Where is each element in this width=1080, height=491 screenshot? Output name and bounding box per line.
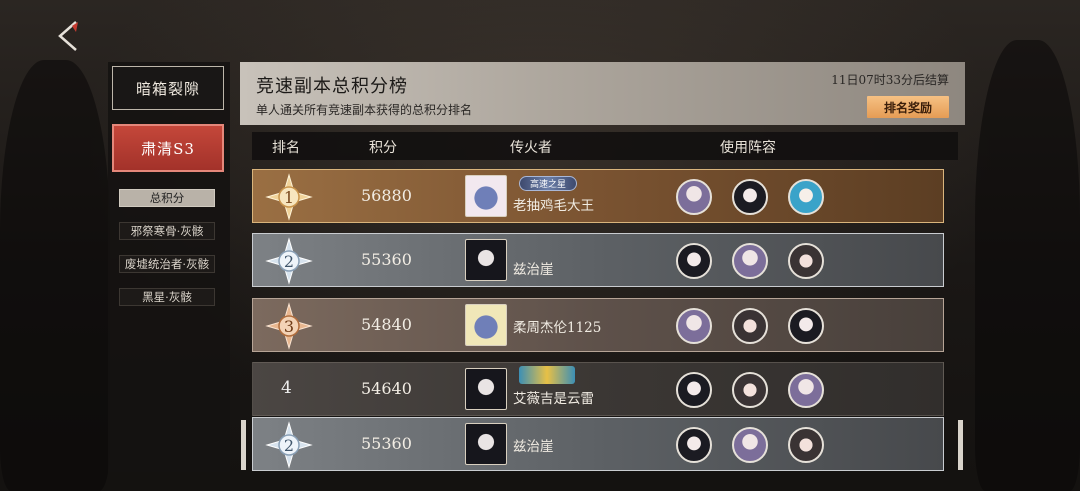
col-score: 积分 [369,140,397,156]
player-title-badge: 高速之星 [519,176,577,191]
tab-dark-rift[interactable]: 暗箱裂隙 [112,66,224,110]
rank-silver-badge-icon: 2 [265,421,313,469]
team-member-avatar [732,179,768,215]
back-button[interactable] [50,16,90,56]
sidebar-item-dungeon-1[interactable]: 邪祭寒骨·灰骸 [119,222,215,240]
score-value: 55360 [361,434,412,453]
leaderboard-header: 竞速副本总积分榜 单人通关所有竞速副本获得的总积分排名 11日07时33分后结算… [240,62,965,125]
team-member-avatar [676,427,712,463]
team-member-avatar [732,372,768,408]
svg-text:2: 2 [284,252,294,271]
player-avatar [465,239,507,281]
table-row[interactable]: 3 54840 柔周杰伦1125 [252,298,944,352]
rank-bronze-badge-icon: 3 [265,302,313,350]
svg-text:3: 3 [284,317,294,336]
background-tree [0,60,110,491]
team-member-avatar [788,179,824,215]
sidebar-item-dungeon-3[interactable]: 黑星·灰骸 [119,288,215,306]
col-rank: 排名 [272,140,300,156]
tab-purge-s3[interactable]: 肃清S3 [112,124,224,172]
page-title: 竞速副本总积分榜 [256,76,408,97]
rank-reward-button[interactable]: 排名奖励 [867,96,949,118]
player-name: 兹治崖 [513,439,554,455]
rank-number: 4 [281,378,292,398]
sidebar-item-total-score[interactable]: 总积分 [119,189,215,207]
player-title-badge [519,366,575,384]
svg-text:2: 2 [284,436,294,455]
player-avatar [465,175,507,217]
score-value: 55360 [361,250,412,269]
table-row[interactable]: 2 55360 兹治崖 [252,233,944,287]
team-member-avatar [788,372,824,408]
sidebar: 暗箱裂隙 肃清S3 总积分 邪祭寒骨·灰骸 废墟统治者·灰骸 黑星·灰骸 [108,62,230,472]
table-row[interactable]: 1 56880 高速之星 老抽鸡毛大王 [252,169,944,223]
player-name: 艾薇吉是云雷 [513,391,594,407]
team-member-avatar [788,427,824,463]
player-avatar [465,368,507,410]
table-header: 排名 积分 传火者 使用阵容 [252,132,958,160]
svg-text:1: 1 [284,188,294,207]
rank-gold-badge-icon: 1 [265,173,313,221]
team-member-avatar [676,308,712,344]
table-row[interactable]: 4 54640 艾薇吉是云雷 [252,362,944,416]
team-member-avatar [676,179,712,215]
team-member-avatar [732,243,768,279]
col-player: 传火者 [510,140,552,156]
self-row-marker-left [241,420,246,470]
page-subtitle: 单人通关所有竞速副本获得的总积分排名 [256,103,473,117]
player-avatar [465,304,507,346]
back-arrow-icon [58,21,78,51]
self-row-marker-right [958,420,963,470]
player-name: 柔周杰伦1125 [513,320,602,336]
team-member-avatar [788,308,824,344]
team-member-avatar [788,243,824,279]
rank-silver-badge-icon: 2 [265,237,313,285]
col-team: 使用阵容 [720,140,776,156]
team-member-avatar [676,372,712,408]
score-value: 54640 [361,379,412,398]
team-member-avatar [732,308,768,344]
player-name: 老抽鸡毛大王 [513,198,594,214]
background-tree [975,40,1080,491]
player-avatar [465,423,507,465]
settle-countdown: 11日07时33分后结算 [831,73,949,87]
table-row-self[interactable]: 2 55360 兹治崖 [252,417,944,471]
score-value: 54840 [361,315,412,334]
team-member-avatar [676,243,712,279]
team-member-avatar [732,427,768,463]
player-name: 兹治崖 [513,262,554,278]
score-value: 56880 [361,186,412,205]
sidebar-item-dungeon-2[interactable]: 废墟统治者·灰骸 [119,255,215,273]
